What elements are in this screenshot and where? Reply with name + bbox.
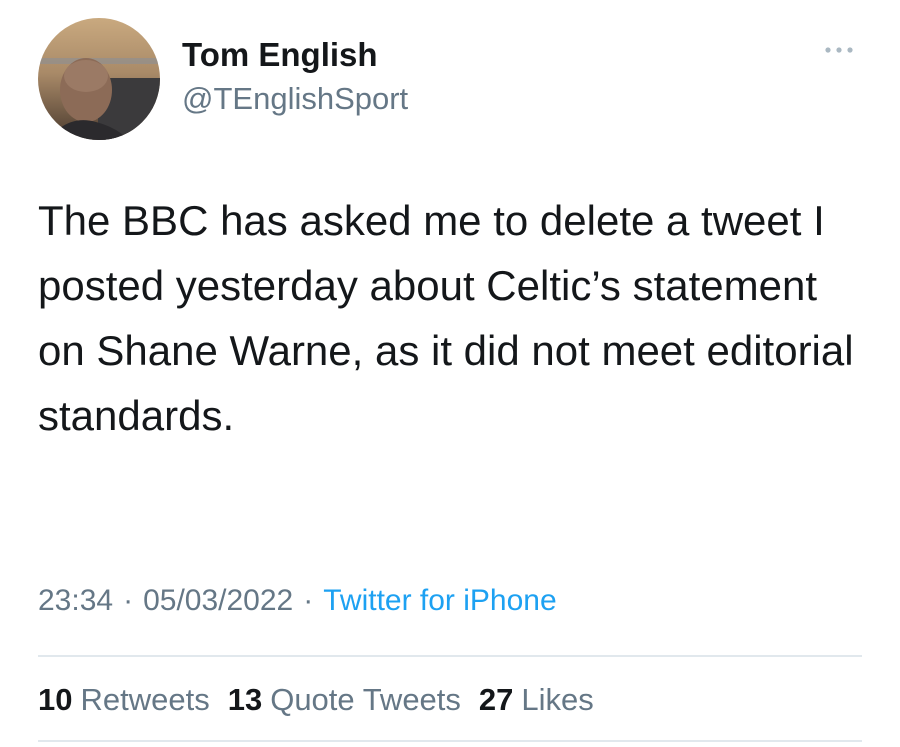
more-options-icon[interactable] <box>818 36 860 64</box>
retweets-label: Retweets <box>80 682 210 717</box>
meta-separator: · <box>303 584 314 617</box>
likes-count: 27 <box>478 682 514 717</box>
divider <box>38 740 862 742</box>
quote-tweets-label: Quote Tweets <box>270 682 461 717</box>
likes-stat[interactable]: 27 Likes <box>479 682 594 718</box>
author-display-name[interactable]: Tom English <box>182 36 378 74</box>
retweets-count: 10 <box>38 682 73 717</box>
likes-label: Likes <box>521 682 594 717</box>
tweet-source-link[interactable]: Twitter for iPhone <box>323 584 556 617</box>
quote-tweets-count: 13 <box>227 682 263 717</box>
meta-separator: · <box>123 584 134 617</box>
avatar[interactable] <box>38 18 160 140</box>
divider <box>38 655 862 657</box>
avatar-photo <box>38 18 160 140</box>
retweets-stat[interactable]: 10 Retweets <box>38 682 210 718</box>
tweet-time[interactable]: 23:34 <box>38 584 113 617</box>
tweet-meta: 23:34 · 05/03/2022 · Twitter for iPhone <box>38 584 557 618</box>
author-handle[interactable]: @TEnglishSport <box>182 81 408 117</box>
tweet-date[interactable]: 05/03/2022 <box>143 584 293 617</box>
tweet-stats: 10 Retweets 13 Quote Tweets 27 Likes <box>38 682 594 718</box>
tweet-text: The BBC has asked me to delete a tweet I… <box>38 197 854 439</box>
quote-tweets-stat[interactable]: 13 Quote Tweets <box>228 682 461 718</box>
